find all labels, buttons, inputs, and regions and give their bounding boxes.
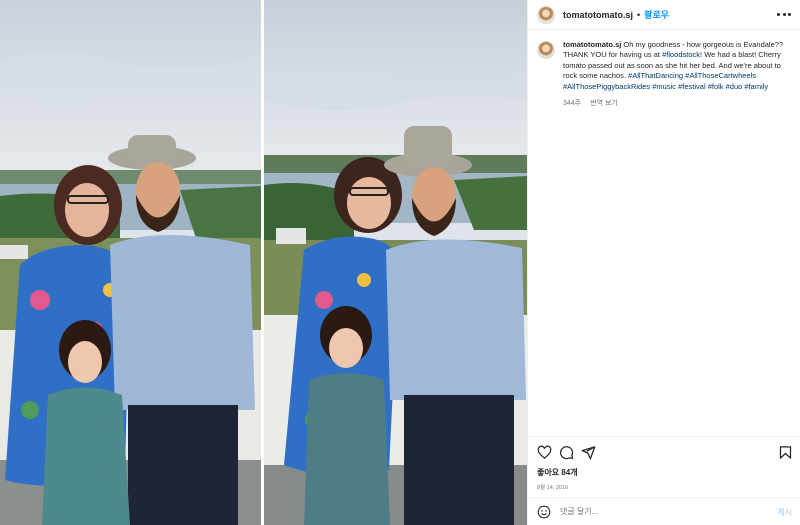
hashtag-allthosecartwheels[interactable]: #AllThoseCartwheels (685, 71, 756, 80)
hashtag-duo[interactable]: #duo (726, 82, 743, 91)
avatar[interactable] (537, 5, 555, 24)
post-header: tomatotomato.sj • 팔로우 (528, 0, 800, 30)
more-horizontal-icon[interactable] (777, 9, 791, 19)
hashtag-family[interactable]: #family (744, 82, 768, 91)
post-comment-button[interactable]: 게시 (777, 507, 792, 518)
likes-count[interactable]: 좋아요 84개 (537, 467, 578, 478)
photo-family-silly-image (264, 0, 527, 525)
bookmark-icon[interactable] (778, 445, 793, 460)
photo-family-silly[interactable] (264, 0, 527, 525)
action-bar (537, 445, 793, 461)
post-actions-section: 좋아요 84개 8월 14, 2016 (528, 436, 800, 491)
post-media[interactable] (0, 0, 527, 525)
caption-text: tomatotomato.sj Oh my goodness - how gor… (563, 40, 793, 92)
post-details-panel: tomatotomato.sj • 팔로우 tomatotomato.sj Oh… (527, 0, 800, 525)
post-date[interactable]: 8월 14, 2016 (537, 483, 568, 491)
hashtag-allthatdancing[interactable]: #AllThatDancing (628, 71, 683, 80)
hashtag-music[interactable]: #music (652, 82, 676, 91)
comment-icon[interactable] (559, 445, 574, 460)
header-username[interactable]: tomatotomato.sj (563, 10, 633, 20)
caption-meta: 344주 번역 보기 (563, 98, 793, 108)
comment-input[interactable] (560, 507, 760, 516)
photo-family-standing-image (0, 0, 261, 525)
share-icon[interactable] (581, 445, 596, 460)
hashtag-floodstock[interactable]: #floodstock (662, 50, 700, 59)
heart-icon[interactable] (537, 445, 552, 460)
add-comment-bar: 게시 (528, 497, 800, 525)
caption-comment: tomatotomato.sj Oh my goodness - how gor… (537, 40, 795, 108)
hashtag-festival[interactable]: #festival (678, 82, 706, 91)
hashtag-folk[interactable]: #folk (708, 82, 724, 91)
caption-body: tomatotomato.sj Oh my goodness - how gor… (563, 40, 793, 108)
translate-link[interactable]: 번역 보기 (590, 98, 618, 108)
follow-button[interactable]: 팔로우 (644, 8, 669, 21)
caption-avatar[interactable] (537, 41, 555, 59)
photo-family-standing[interactable] (0, 0, 261, 525)
caption-age[interactable]: 344주 (563, 98, 581, 108)
header-separator: • (637, 9, 641, 20)
emoji-icon[interactable] (537, 505, 551, 519)
hashtag-allthosepiggybackrides[interactable]: #AllThosePiggybackRides (563, 82, 650, 91)
caption-username[interactable]: tomatotomato.sj (563, 40, 621, 49)
